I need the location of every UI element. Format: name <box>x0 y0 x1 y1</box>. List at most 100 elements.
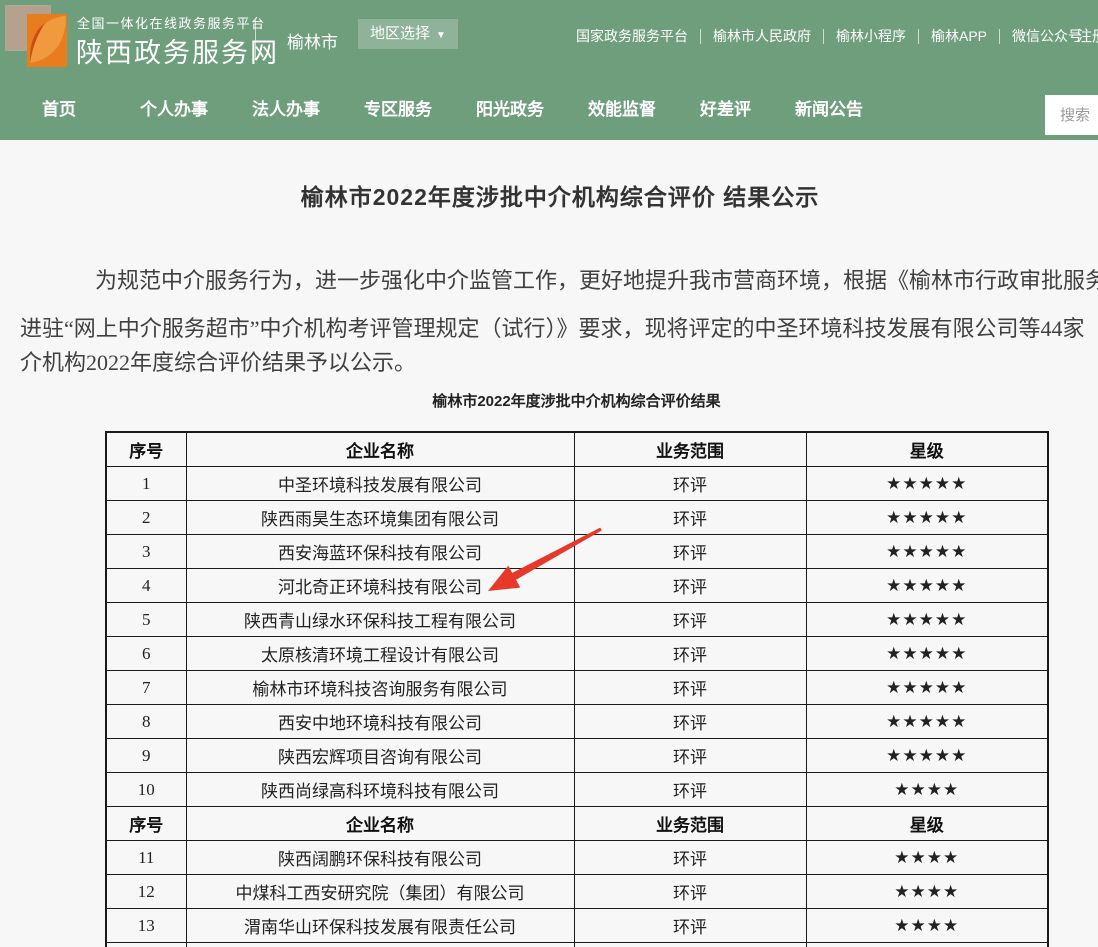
cell-company-name: 陕西宏辉项目咨询有限公司 <box>186 739 574 773</box>
cell-business-scope: 环评 <box>574 841 806 875</box>
cell-business-scope: 环评 <box>574 637 806 671</box>
cell-company-name: 陕西青山绿水环保科技工程有限公司 <box>186 603 574 637</box>
link-separator <box>918 29 919 44</box>
evaluation-table: 序号企业名称业务范围星级1中圣环境科技发展有限公司环评★★★★★2陕西雨昊生态环… <box>105 431 1049 947</box>
region-selector-button[interactable]: 地区选择▼ <box>358 19 458 49</box>
cell-business-scope: 环评 <box>574 909 806 943</box>
cell-index: 5 <box>106 603 186 637</box>
platform-tagline: 全国一体化在线政务服务平台 <box>77 13 266 32</box>
current-city-label: 榆林市 <box>287 28 338 53</box>
nav-item-1[interactable]: 个人办事 <box>140 95 208 120</box>
cell-company-name: 陕西尚绿高科环境科技有限公司 <box>186 773 574 807</box>
browser-page: 全国一体化在线政务服务平台 陕西政务服务网 榆林市 地区选择▼ 国家政务服务平台… <box>0 0 1098 947</box>
table-row: 2陕西雨昊生态环境集团有限公司环评★★★★★ <box>106 501 1048 535</box>
cell-company-name: 西安中地环境科技有限公司 <box>186 705 574 739</box>
cell-star-rating: ★★★★★ <box>806 637 1048 671</box>
chevron-down-icon: ▼ <box>436 30 446 41</box>
table-row-partial <box>106 943 1048 947</box>
nav-item-7[interactable]: 新闻公告 <box>795 95 863 120</box>
column-header: 企业名称 <box>186 432 574 467</box>
site-logo[interactable] <box>5 5 69 69</box>
cell-index: 11 <box>106 841 186 875</box>
notice-paragraph-line: 为规范中介服务行为，进一步强化中介监管工作，更好地提升我市营商环境，根据《榆林市… <box>95 263 1098 295</box>
site-name: 陕西政务服务网 <box>76 31 279 70</box>
cell-business-scope: 环评 <box>574 671 806 705</box>
cell-index: 12 <box>106 875 186 909</box>
table-row: 10陕西尚绿高科环境科技有限公司环评★★★★ <box>106 773 1048 807</box>
cell-company-name: 河北奇正环境科技有限公司 <box>186 569 574 603</box>
cell-star-rating: ★★★★ <box>806 773 1048 807</box>
table-row: 1中圣环境科技发展有限公司环评★★★★★ <box>106 467 1048 501</box>
cell-star-rating: ★★★★★ <box>806 705 1048 739</box>
cell-business-scope: 环评 <box>574 467 806 501</box>
column-header: 业务范围 <box>574 807 806 841</box>
cell-empty <box>806 943 1048 947</box>
register-link[interactable]: 注册 <box>1077 25 1098 46</box>
site-header: 全国一体化在线政务服务平台 陕西政务服务网 榆林市 地区选择▼ 国家政务服务平台… <box>0 0 1098 140</box>
cell-company-name: 陕西雨昊生态环境集团有限公司 <box>186 501 574 535</box>
nav-item-6[interactable]: 好差评 <box>700 95 751 120</box>
cell-star-rating: ★★★★★ <box>806 569 1048 603</box>
notice-paragraph-line: 进驻“网上中介服务超市”中介机构考评管理规定（试行）》要求，现将评定的中圣环境科… <box>20 311 1085 343</box>
table-row: 6太原核清环境工程设计有限公司环评★★★★★ <box>106 637 1048 671</box>
cell-star-rating: ★★★★★ <box>806 501 1048 535</box>
table-row: 12中煤科工西安研究院（集团）有限公司环评★★★★ <box>106 875 1048 909</box>
cell-star-rating: ★★★★ <box>806 909 1048 943</box>
nav-item-0[interactable]: 首页 <box>42 95 76 120</box>
cell-company-name: 陕西阔鹏环保科技有限公司 <box>186 841 574 875</box>
table-row: 13渭南华山环保科技发展有限责任公司环评★★★★ <box>106 909 1048 943</box>
table-header-row: 序号企业名称业务范围星级 <box>106 807 1048 841</box>
cell-star-rating: ★★★★★ <box>806 739 1048 773</box>
cell-company-name: 中煤科工西安研究院（集团）有限公司 <box>186 875 574 909</box>
column-header: 星级 <box>806 432 1048 467</box>
column-header: 业务范围 <box>574 432 806 467</box>
table-row: 3西安海蓝环保科技有限公司环评★★★★★ <box>106 535 1048 569</box>
cell-company-name: 太原核清环境工程设计有限公司 <box>186 637 574 671</box>
nav-item-4[interactable]: 阳光政务 <box>476 95 544 120</box>
header-link-0[interactable]: 国家政务服务平台 <box>576 26 688 46</box>
cell-company-name: 中圣环境科技发展有限公司 <box>186 467 574 501</box>
main-nav: 首页 个人办事 法人办事 专区服务 阳光政务 效能监督 好差评 新闻公告 <box>0 75 1098 140</box>
cell-business-scope: 环评 <box>574 773 806 807</box>
header-divider <box>255 20 256 60</box>
nav-item-2[interactable]: 法人办事 <box>252 95 320 120</box>
cell-index: 9 <box>106 739 186 773</box>
cell-company-name: 西安海蓝环保科技有限公司 <box>186 535 574 569</box>
header-link-4[interactable]: 微信公众号 <box>1012 26 1082 46</box>
table-row: 7榆林市环境科技咨询服务有限公司环评★★★★★ <box>106 671 1048 705</box>
cell-index: 8 <box>106 705 186 739</box>
link-separator <box>823 29 824 44</box>
search-input[interactable] <box>1058 106 1098 125</box>
column-header: 星级 <box>806 807 1048 841</box>
page-title: 榆林市2022年度涉批中介机构综合评价 结果公示 <box>0 178 1098 212</box>
cell-business-scope: 环评 <box>574 705 806 739</box>
cell-star-rating: ★★★★★ <box>806 467 1048 501</box>
table-title: 榆林市2022年度涉批中介机构综合评价结果 <box>105 390 1048 411</box>
cell-index: 7 <box>106 671 186 705</box>
nav-item-3[interactable]: 专区服务 <box>364 95 432 120</box>
column-header: 序号 <box>106 807 186 841</box>
cell-index: 1 <box>106 467 186 501</box>
cell-company-name: 渭南华山环保科技发展有限责任公司 <box>186 909 574 943</box>
cell-business-scope: 环评 <box>574 501 806 535</box>
table-row: 4河北奇正环境科技有限公司环评★★★★★ <box>106 569 1048 603</box>
cell-business-scope: 环评 <box>574 875 806 909</box>
cell-company-name: 榆林市环境科技咨询服务有限公司 <box>186 671 574 705</box>
cell-star-rating: ★★★★★ <box>806 671 1048 705</box>
header-links: 国家政务服务平台 榆林市人民政府 榆林小程序 榆林APP 微信公众号 <box>576 26 1082 46</box>
header-link-2[interactable]: 榆林小程序 <box>836 26 906 46</box>
cell-index: 2 <box>106 501 186 535</box>
logo-graphic <box>5 5 69 69</box>
header-link-3[interactable]: 榆林APP <box>931 26 987 46</box>
cell-empty <box>186 943 574 947</box>
header-link-1[interactable]: 榆林市人民政府 <box>713 26 811 46</box>
table-row: 9陕西宏辉项目咨询有限公司环评★★★★★ <box>106 739 1048 773</box>
search-box[interactable] <box>1045 95 1098 135</box>
table-row: 8西安中地环境科技有限公司环评★★★★★ <box>106 705 1048 739</box>
column-header: 企业名称 <box>186 807 574 841</box>
cell-star-rating: ★★★★★ <box>806 603 1048 637</box>
cell-index: 6 <box>106 637 186 671</box>
nav-item-5[interactable]: 效能监督 <box>588 95 656 120</box>
link-separator <box>700 29 701 44</box>
column-header: 序号 <box>106 432 186 467</box>
